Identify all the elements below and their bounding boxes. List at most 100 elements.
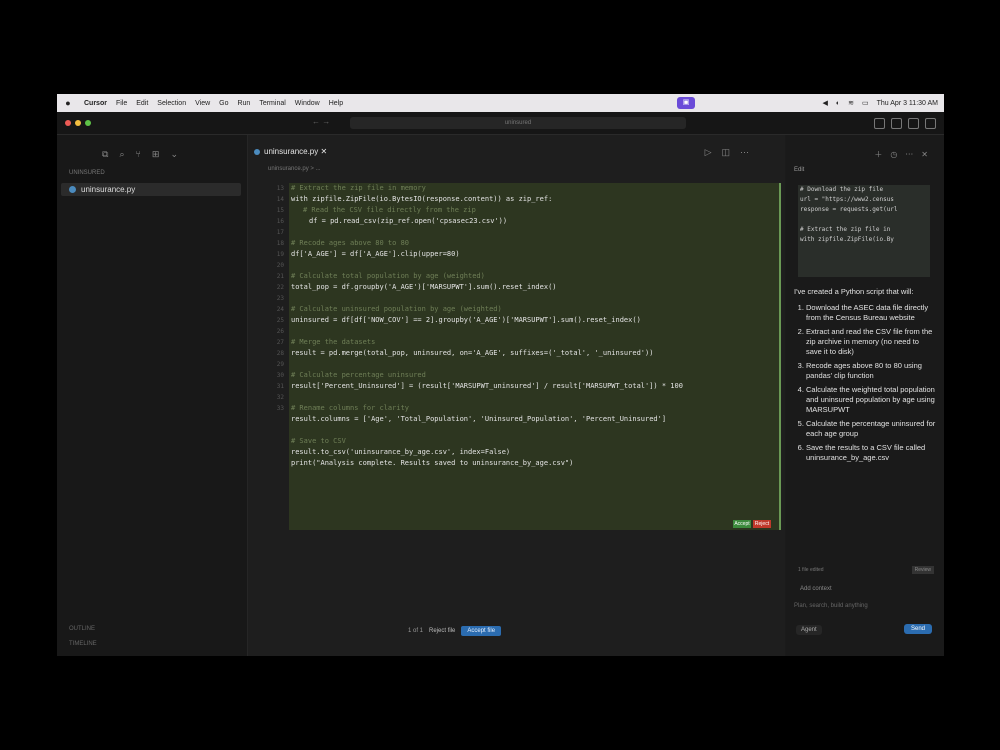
line-number: 23 <box>276 295 284 302</box>
workspace-folder[interactable]: UNINSURED <box>69 170 105 176</box>
split-editor-icon[interactable]: ◫ <box>721 147 740 157</box>
history-icon[interactable]: ◷ <box>890 150 905 159</box>
code-line[interactable]: uninsured = df[df['NOW_COV'] == 2].group… <box>289 315 779 326</box>
minimize-window-button[interactable] <box>75 120 81 126</box>
battery-icon[interactable]: ▭ <box>862 99 869 107</box>
code-line[interactable]: result = pd.merge(total_pop, uninsured, … <box>289 348 779 359</box>
reject-file-button[interactable]: Reject file <box>429 628 455 634</box>
close-icon[interactable]: ✕ <box>321 147 328 156</box>
new-chat-icon[interactable]: ＋ <box>874 150 890 159</box>
screen-record-icon[interactable]: ▣ <box>677 97 695 109</box>
code-line[interactable]: result['Percent_Uninsured'] = (result['M… <box>289 381 779 392</box>
add-context-button[interactable]: Add context <box>800 586 832 592</box>
agent-mode-select[interactable]: Agent <box>796 625 822 635</box>
diff-counter[interactable]: 1 of 1 <box>408 628 423 634</box>
file-item-uninsurance[interactable]: uninsurance.py <box>61 183 241 196</box>
snippet-line: response = requests.get(url <box>800 206 898 213</box>
code-line[interactable]: # Calculate total population by age (wei… <box>289 271 779 282</box>
code-line[interactable]: # Recode ages above 80 to 80 <box>289 238 779 249</box>
diff-review-bar: 1 of 1 Reject file Accept file <box>408 624 502 638</box>
command-center[interactable]: uninsured <box>350 117 686 129</box>
menu-run[interactable]: Run <box>237 100 250 107</box>
editor-area: uninsurance.py ✕ ▷◫⋯ uninsurance.py > ..… <box>248 135 785 656</box>
code-line[interactable]: # Merge the datasets <box>289 337 779 348</box>
chat-input[interactable]: Plan, search, build anything <box>794 603 868 609</box>
code-line[interactable] <box>289 425 779 436</box>
status-area: ◀ ◐ ≋ ▭ Thu Apr 3 11:30 AM <box>823 94 938 112</box>
volume-icon[interactable]: ◀ <box>823 99 828 107</box>
nav-arrows[interactable]: ← → <box>312 117 330 126</box>
zoom-window-button[interactable] <box>85 120 91 126</box>
code-line[interactable] <box>289 293 779 304</box>
code-line[interactable] <box>289 227 779 238</box>
toggle-secondary-icon[interactable] <box>908 118 919 129</box>
accept-button[interactable]: Accept <box>733 520 751 528</box>
extensions-icon[interactable]: ⊞ <box>152 149 160 160</box>
tab-uninsurance[interactable]: uninsurance.py ✕ <box>254 147 327 156</box>
menu-file[interactable]: File <box>116 100 127 107</box>
line-number: 31 <box>276 383 284 390</box>
menu-terminal[interactable]: Terminal <box>259 100 285 107</box>
code-line[interactable]: result.columns = ['Age', 'Total_Populati… <box>289 414 779 425</box>
reject-button[interactable]: Reject <box>753 520 771 528</box>
code-line[interactable]: print("Analysis complete. Results saved … <box>289 458 779 469</box>
close-icon[interactable]: ✕ <box>921 150 936 159</box>
line-number: 14 <box>276 196 284 203</box>
files-icon[interactable]: ⧉ <box>102 149 108 160</box>
code-line[interactable] <box>289 359 779 370</box>
chevron-down-icon[interactable]: ⌄ <box>170 149 178 160</box>
code-diff-block[interactable]: # Extract the zip file in memory with zip… <box>289 183 781 530</box>
code-line[interactable]: # Calculate uninsured population by age … <box>289 304 779 315</box>
review-button[interactable]: Review <box>911 566 934 574</box>
wifi-icon[interactable]: ≋ <box>848 99 854 107</box>
menubar-clock[interactable]: Thu Apr 3 11:30 AM <box>877 100 938 107</box>
menu-edit[interactable]: Edit <box>136 100 148 107</box>
code-line[interactable]: # Calculate percentage uninsured <box>289 370 779 381</box>
focus-icon[interactable]: ◐ <box>836 100 840 107</box>
layout-toggles <box>874 118 936 129</box>
run-icon[interactable]: ▷ <box>705 147 722 157</box>
outline-section[interactable]: OUTLINE <box>69 626 95 632</box>
search-icon[interactable]: ⌕ <box>119 149 124 160</box>
source-control-icon[interactable]: ⑂ <box>135 149 140 160</box>
more-icon[interactable]: ⋯ <box>905 150 921 159</box>
panel-actions: ＋◷⋯✕ <box>874 149 936 160</box>
menu-window[interactable]: Window <box>295 100 320 107</box>
tab-label: uninsurance.py <box>264 147 319 156</box>
code-line[interactable]: df['A_AGE'] = df['A_AGE'].clip(upper=80) <box>289 249 779 260</box>
menu-selection[interactable]: Selection <box>157 100 186 107</box>
code-line[interactable] <box>289 392 779 403</box>
accept-file-button[interactable]: Accept file <box>461 626 502 636</box>
send-button[interactable]: Send <box>903 624 932 634</box>
toggle-sidebar-icon[interactable] <box>874 118 885 129</box>
settings-icon[interactable] <box>925 118 936 129</box>
code-line[interactable] <box>289 260 779 271</box>
python-file-icon <box>254 148 260 155</box>
more-icon[interactable]: ⋯ <box>740 147 759 157</box>
menu-go[interactable]: Go <box>219 100 228 107</box>
code-line[interactable]: df = pd.read_csv(zip_ref.open('cpsasec23… <box>289 216 779 227</box>
breadcrumb[interactable]: uninsurance.py > ... <box>268 166 321 172</box>
code-line[interactable]: with zipfile.ZipFile(io.BytesIO(response… <box>289 194 779 205</box>
agent-step: Save the results to a CSV file called un… <box>806 443 936 463</box>
code-line[interactable]: total_pop = df.groupby('A_AGE')['MARSUPW… <box>289 282 779 293</box>
menu-app[interactable]: Cursor <box>84 100 107 107</box>
line-number: 32 <box>276 394 284 401</box>
line-number: 22 <box>276 284 284 291</box>
apple-icon[interactable]: ● <box>61 98 75 108</box>
menu-help[interactable]: Help <box>329 100 343 107</box>
python-file-icon <box>69 186 76 194</box>
menu-view[interactable]: View <box>195 100 210 107</box>
agent-message: I've created a Python script that will: … <box>794 287 936 467</box>
code-line[interactable] <box>289 326 779 337</box>
code-line[interactable]: # Save to CSV <box>289 436 779 447</box>
panel-tab[interactable]: Edit <box>794 167 804 173</box>
close-window-button[interactable] <box>65 120 71 126</box>
code-snippet-preview[interactable]: # Download the zip file url = "https://ww… <box>798 185 930 277</box>
code-line[interactable]: # Read the CSV file directly from the zi… <box>289 205 779 216</box>
toggle-panel-icon[interactable] <box>891 118 902 129</box>
code-line[interactable]: # Extract the zip file in memory <box>289 183 779 194</box>
code-line[interactable]: result.to_csv('uninsurance_by_age.csv', … <box>289 447 779 458</box>
timeline-section[interactable]: TIMELINE <box>69 641 97 647</box>
code-line[interactable]: # Rename columns for clarity <box>289 403 779 414</box>
